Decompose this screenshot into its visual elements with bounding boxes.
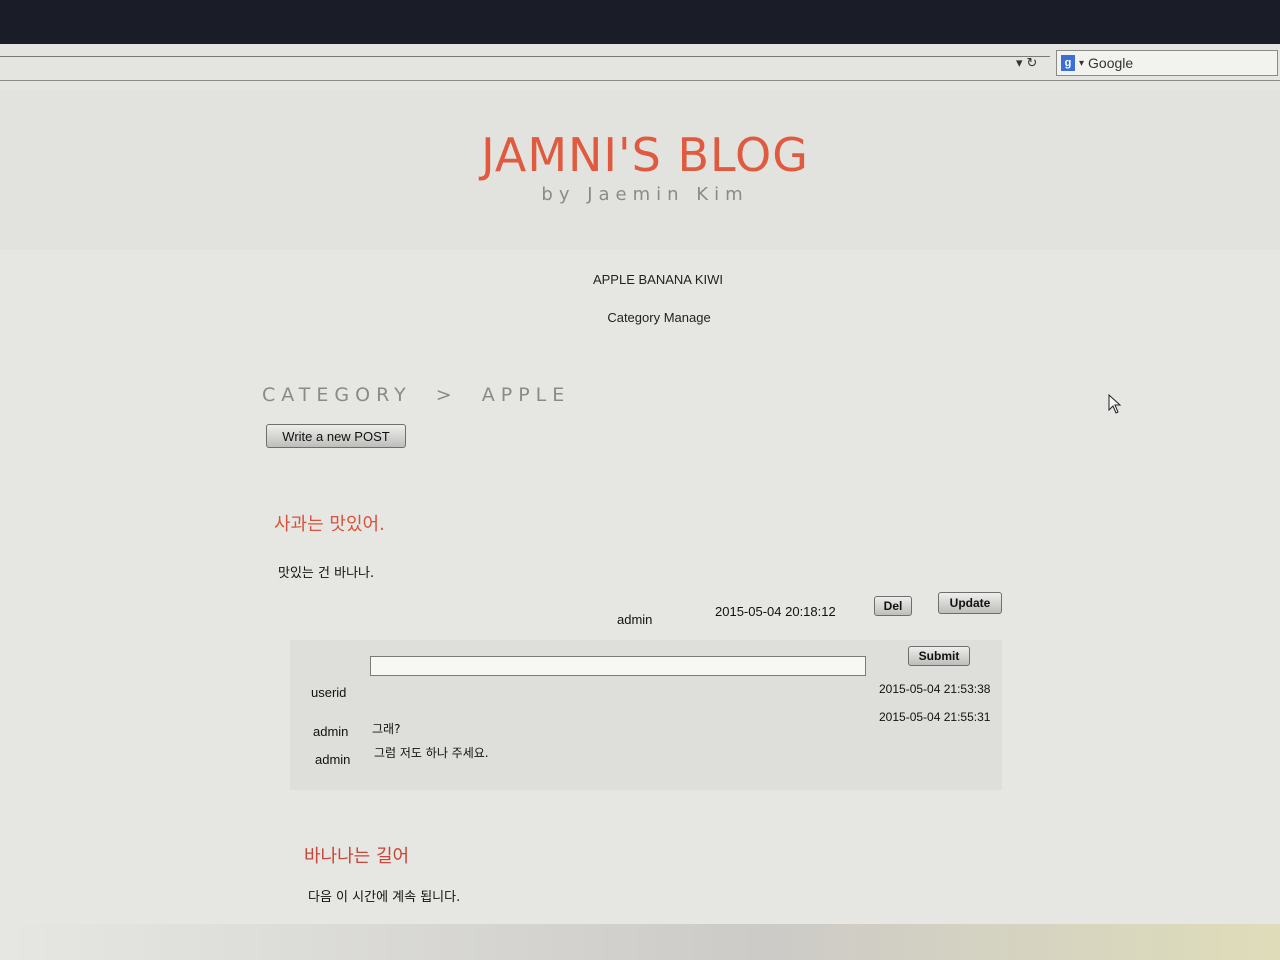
search-placeholder: Google xyxy=(1088,55,1134,71)
screen-edge-glare xyxy=(0,924,1280,960)
comment-text: 그래? xyxy=(372,722,401,736)
search-input[interactable]: g ▾ Google xyxy=(1056,50,1278,76)
post-timestamp: 2015-05-04 20:18:12 xyxy=(715,604,836,619)
delete-button[interactable]: Del xyxy=(874,596,912,616)
toolbar-divider xyxy=(0,80,1280,81)
comment-user: admin xyxy=(313,724,349,739)
dropdown-arrow-icon[interactable]: ▾ xyxy=(1016,56,1023,71)
write-post-button[interactable]: Write a new POST xyxy=(266,424,406,448)
submit-button[interactable]: Submit xyxy=(908,646,970,666)
category-nav[interactable]: APPLE BANANA KIWI xyxy=(0,272,1280,287)
post-body: 맛있는 건 바나나. xyxy=(278,566,375,581)
comment-timestamp: 2015-05-04 21:55:31 xyxy=(879,710,991,724)
mouse-pointer-icon xyxy=(1108,394,1122,414)
comment-text: 그럼 저도 하나 주세요. xyxy=(374,746,489,760)
update-button[interactable]: Update xyxy=(938,592,1002,614)
comment-timestamp: 2015-05-04 21:53:38 xyxy=(879,682,991,696)
browser-toolbar: ▾ ↻ g ▾ Google xyxy=(0,44,1280,91)
browser-viewport: ▾ ↻ g ▾ Google JAMNI'S BLOG by Jaemin Ki… xyxy=(0,44,1280,960)
url-bar-edge xyxy=(0,56,1050,57)
blog-subtitle: by Jaemin Kim xyxy=(541,184,749,205)
userid-label: userid xyxy=(311,685,347,700)
search-engine-dropdown-icon[interactable]: ▾ xyxy=(1079,58,1084,69)
category-manage-link[interactable]: Category Manage xyxy=(0,310,1280,325)
userid-field[interactable] xyxy=(370,656,866,676)
reload-icon[interactable]: ↻ xyxy=(1027,56,1038,71)
blog-title[interactable]: JAMNI'S BLOG xyxy=(0,128,1280,182)
post-body: 다음 이 시간에 계속 됩니다. xyxy=(308,890,461,905)
post-title[interactable]: 사과는 맛있어. xyxy=(274,510,385,536)
comment-user: admin xyxy=(315,752,351,767)
url-bar-controls[interactable]: ▾ ↻ xyxy=(1016,52,1050,74)
post-author: admin xyxy=(617,612,653,627)
google-icon[interactable]: g xyxy=(1061,55,1075,71)
post-title[interactable]: 바나나는 길어 xyxy=(304,842,409,868)
blog-header: JAMNI'S BLOG by Jaemin Kim xyxy=(0,90,1280,250)
breadcrumb: CATEGORY > APPLE xyxy=(262,384,571,406)
